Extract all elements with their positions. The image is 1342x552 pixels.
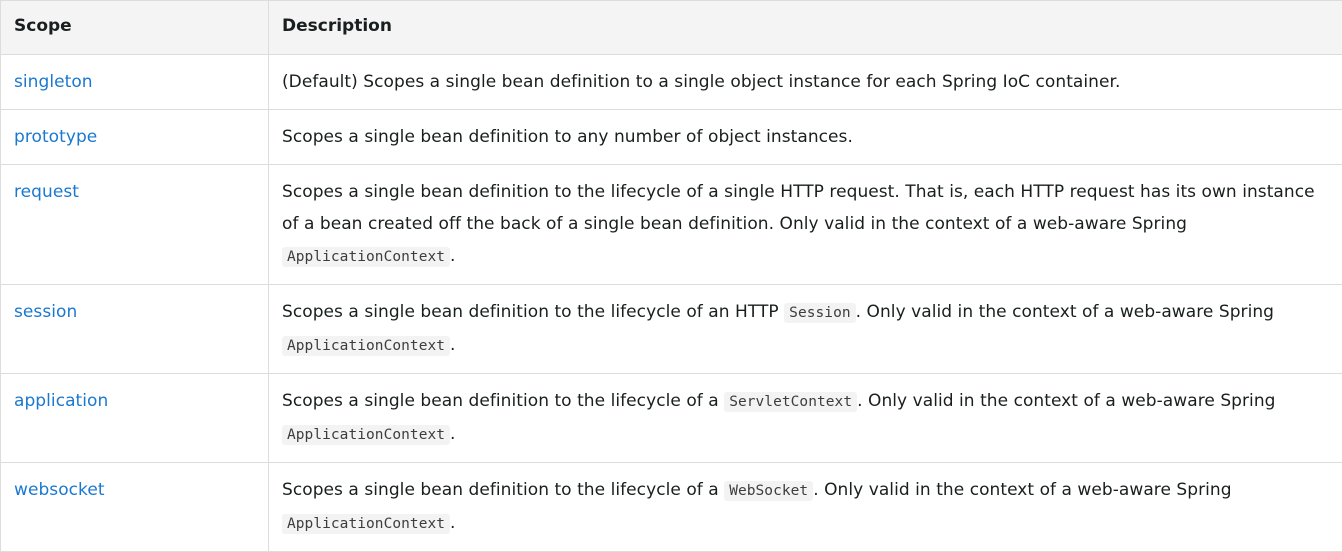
description-cell: (Default) Scopes a single bean definitio… bbox=[269, 55, 1342, 110]
scope-cell: prototype bbox=[1, 110, 269, 165]
description-text: Scopes a single bean definition to any n… bbox=[282, 127, 853, 147]
description-cell: Scopes a single bean definition to the l… bbox=[269, 165, 1342, 285]
description-text: Scopes a single bean definition to the l… bbox=[282, 182, 1315, 234]
inline-code: ApplicationContext bbox=[282, 336, 450, 356]
scope-link-singleton[interactable]: singleton bbox=[14, 72, 93, 92]
table-row: session Scopes a single bean definition … bbox=[1, 285, 1342, 374]
scope-cell: websocket bbox=[1, 463, 269, 552]
description-text: Scopes a single bean definition to the l… bbox=[282, 391, 724, 411]
inline-code: ApplicationContext bbox=[282, 247, 450, 267]
scope-link-websocket[interactable]: websocket bbox=[14, 480, 105, 500]
description-text: . bbox=[450, 513, 455, 533]
table-header-row: Scope Description bbox=[1, 1, 1342, 55]
inline-code: ServletContext bbox=[724, 392, 857, 412]
description-cell: Scopes a single bean definition to any n… bbox=[269, 110, 1342, 165]
description-cell: Scopes a single bean definition to the l… bbox=[269, 463, 1342, 552]
description-text: . Only valid in the context of a web-awa… bbox=[813, 480, 1231, 500]
description-text: . bbox=[450, 424, 455, 444]
scope-link-session[interactable]: session bbox=[14, 302, 77, 322]
scope-cell: singleton bbox=[1, 55, 269, 110]
inline-code: ApplicationContext bbox=[282, 425, 450, 445]
description-text: . bbox=[450, 335, 455, 355]
header-description: Description bbox=[269, 1, 1342, 55]
table-row: singleton (Default) Scopes a single bean… bbox=[1, 55, 1342, 110]
inline-code: ApplicationContext bbox=[282, 514, 450, 534]
scope-cell: application bbox=[1, 374, 269, 463]
description-cell: Scopes a single bean definition to the l… bbox=[269, 374, 1342, 463]
table-row: request Scopes a single bean definition … bbox=[1, 165, 1342, 285]
scope-link-request[interactable]: request bbox=[14, 182, 79, 202]
table-row: application Scopes a single bean definit… bbox=[1, 374, 1342, 463]
inline-code: WebSocket bbox=[724, 481, 813, 501]
description-text: Scopes a single bean definition to the l… bbox=[282, 480, 724, 500]
bean-scopes-table: Scope Description singleton (Default) Sc… bbox=[0, 0, 1342, 552]
scope-link-application[interactable]: application bbox=[14, 391, 108, 411]
description-text: Scopes a single bean definition to the l… bbox=[282, 302, 784, 322]
description-text: . Only valid in the context of a web-awa… bbox=[857, 391, 1275, 411]
header-scope: Scope bbox=[1, 1, 269, 55]
scope-cell: request bbox=[1, 165, 269, 285]
table-row: websocket Scopes a single bean definitio… bbox=[1, 463, 1342, 552]
scope-cell: session bbox=[1, 285, 269, 374]
inline-code: Session bbox=[784, 303, 855, 323]
description-text: . bbox=[450, 246, 455, 266]
scope-link-prototype[interactable]: prototype bbox=[14, 127, 97, 147]
description-text: (Default) Scopes a single bean definitio… bbox=[282, 72, 1120, 92]
description-cell: Scopes a single bean definition to the l… bbox=[269, 285, 1342, 374]
description-text: . Only valid in the context of a web-awa… bbox=[856, 302, 1274, 322]
table-row: prototype Scopes a single bean definitio… bbox=[1, 110, 1342, 165]
